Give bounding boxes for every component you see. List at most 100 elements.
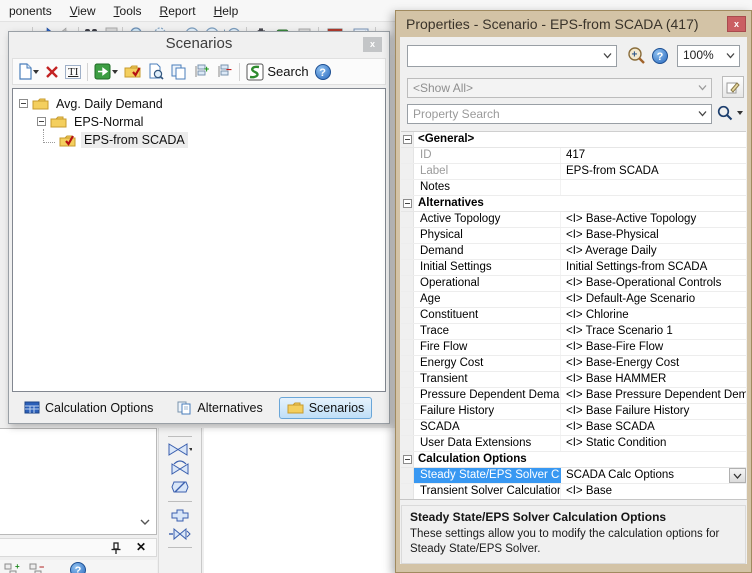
scenarios-close-button[interactable]: x: [363, 37, 382, 52]
property-value[interactable]: <I> Chlorine: [561, 308, 746, 323]
property-row[interactable]: LabelEPS-from SCADA: [401, 164, 746, 180]
tree-item-avg-daily-demand[interactable]: Avg. Daily Demand: [19, 95, 166, 112]
tree-item-eps-from-scada[interactable]: EPS-from SCADA: [43, 131, 188, 148]
menu-tools[interactable]: Tools: [105, 2, 151, 20]
property-name[interactable]: Trace: [414, 324, 561, 339]
property-row[interactable]: Failure History<I> Base Failure History: [401, 404, 746, 420]
search-button[interactable]: Search: [246, 63, 308, 81]
property-name[interactable]: Transient: [414, 372, 561, 387]
property-row[interactable]: Energy Cost<I> Base-Energy Cost: [401, 356, 746, 372]
tab-scenarios[interactable]: Scenarios: [279, 397, 373, 419]
menu-help[interactable]: Help: [205, 2, 248, 20]
collapse-toggle-icon[interactable]: [19, 99, 28, 108]
property-name[interactable]: Energy Cost: [414, 356, 561, 371]
property-row[interactable]: Active Topology<I> Base-Active Topology: [401, 212, 746, 228]
property-name[interactable]: Age: [414, 292, 561, 307]
customize-fields-button[interactable]: [722, 76, 744, 98]
filter-combobox[interactable]: <Show All>: [407, 78, 712, 98]
value-dropdown-button[interactable]: [729, 468, 746, 483]
property-name[interactable]: Notes: [414, 180, 561, 195]
property-name[interactable]: Operational: [414, 276, 561, 291]
property-name[interactable]: Transient Solver Calculation Options: [414, 484, 561, 499]
delete-button[interactable]: [45, 65, 59, 79]
collapse-all-button[interactable]: −: [216, 64, 233, 80]
section-collapse-icon[interactable]: [403, 199, 412, 208]
new-scenario-button[interactable]: [18, 63, 39, 80]
property-value[interactable]: EPS-from SCADA: [561, 164, 746, 179]
junction-tool-icon[interactable]: [170, 508, 190, 523]
zoom-to-element-icon[interactable]: +: [626, 46, 647, 70]
copy-button[interactable]: [170, 63, 187, 80]
property-value[interactable]: <I> Base: [561, 484, 746, 499]
property-row[interactable]: Fire Flow<I> Base-Fire Flow: [401, 340, 746, 356]
property-value[interactable]: <I> Default-Age Scenario: [561, 292, 746, 307]
property-search-combobox[interactable]: Property Search: [407, 104, 712, 124]
property-row[interactable]: Trace<I> Trace Scenario 1: [401, 324, 746, 340]
property-row[interactable]: User Data Extensions<I> Static Condition: [401, 436, 746, 452]
search-options-caret-icon[interactable]: [737, 111, 743, 115]
expand-all-icon[interactable]: +: [4, 562, 20, 573]
valve-tool-icon[interactable]: [168, 443, 192, 456]
drawing-pane[interactable]: [204, 428, 395, 573]
property-name[interactable]: Fire Flow: [414, 340, 561, 355]
isolation-valve-tool-icon[interactable]: [171, 479, 189, 495]
property-value[interactable]: Initial Settings-from SCADA: [561, 260, 746, 275]
section-collapse-icon[interactable]: [403, 455, 412, 464]
property-name[interactable]: Constituent: [414, 308, 561, 323]
property-value[interactable]: [561, 180, 746, 195]
property-row[interactable]: Initial SettingsInitial Settings-from SC…: [401, 260, 746, 276]
property-name[interactable]: SCADA: [414, 420, 561, 435]
expand-all-button[interactable]: +: [193, 64, 210, 80]
collapse-toggle-icon[interactable]: [37, 117, 46, 126]
property-row[interactable]: Operational<I> Base-Operational Controls: [401, 276, 746, 292]
property-value[interactable]: <I> Base SCADA: [561, 420, 746, 435]
property-name[interactable]: ID: [414, 148, 561, 163]
compute-button[interactable]: [94, 63, 118, 80]
menu-report[interactable]: Report: [151, 2, 205, 20]
menu-components[interactable]: ponents: [0, 2, 61, 20]
property-value[interactable]: <I> Base-Energy Cost: [561, 356, 746, 371]
property-name[interactable]: Demand: [414, 244, 561, 259]
make-current-button[interactable]: [124, 64, 142, 79]
panel-close-icon[interactable]: ✕: [136, 540, 146, 554]
property-name[interactable]: Label: [414, 164, 561, 179]
property-row[interactable]: Physical<I> Base-Physical: [401, 228, 746, 244]
property-name[interactable]: User Data Extensions: [414, 436, 561, 451]
property-row[interactable]: Demand<I> Average Daily: [401, 244, 746, 260]
tab-alternatives[interactable]: Alternatives: [169, 397, 270, 419]
property-value[interactable]: SCADA Calc Options: [561, 468, 746, 483]
auto-hide-pin-icon[interactable]: [110, 542, 122, 560]
property-name[interactable]: Pressure Dependent Demand: [414, 388, 561, 403]
scenario-properties-button[interactable]: [148, 63, 164, 80]
rename-button[interactable]: TI: [65, 65, 81, 79]
property-value[interactable]: <I> Trace Scenario 1: [561, 324, 746, 339]
property-row[interactable]: Transient Solver Calculation Options<I> …: [401, 484, 746, 499]
property-value[interactable]: <I> Base-Active Topology: [561, 212, 746, 227]
collapse-all-icon[interactable]: −: [29, 562, 45, 573]
property-row[interactable]: SCADA<I> Base SCADA: [401, 420, 746, 436]
check-valve-tool-icon[interactable]: [170, 460, 190, 475]
property-section-row[interactable]: Calculation Options: [401, 452, 746, 468]
section-collapse-icon[interactable]: [403, 135, 412, 144]
property-value[interactable]: <I> Base-Physical: [561, 228, 746, 243]
property-name[interactable]: Initial Settings: [414, 260, 561, 275]
property-value[interactable]: <I> Base-Fire Flow: [561, 340, 746, 355]
property-name[interactable]: Active Topology: [414, 212, 561, 227]
property-value[interactable]: <I> Base Pressure Dependent Demand: [561, 388, 746, 403]
property-row[interactable]: Constituent<I> Chlorine: [401, 308, 746, 324]
property-value[interactable]: <I> Base-Operational Controls: [561, 276, 746, 291]
properties-close-button[interactable]: x: [727, 16, 746, 32]
property-row[interactable]: Age<I> Default-Age Scenario: [401, 292, 746, 308]
property-row[interactable]: ID417: [401, 148, 746, 164]
property-name[interactable]: Steady State/EPS Solver Calculation Opti…: [414, 468, 561, 483]
property-value[interactable]: <I> Static Condition: [561, 436, 746, 451]
property-name[interactable]: Failure History: [414, 404, 561, 419]
property-search-icon[interactable]: [717, 105, 733, 121]
element-combobox[interactable]: [407, 45, 617, 67]
property-section-row[interactable]: Alternatives: [401, 196, 746, 212]
help-icon[interactable]: ?: [70, 562, 86, 573]
zoom-level-combobox[interactable]: 100%: [677, 45, 740, 67]
property-value[interactable]: 417: [561, 148, 746, 163]
scenarios-help-icon[interactable]: ?: [315, 64, 331, 80]
property-value[interactable]: <I> Base HAMMER: [561, 372, 746, 387]
